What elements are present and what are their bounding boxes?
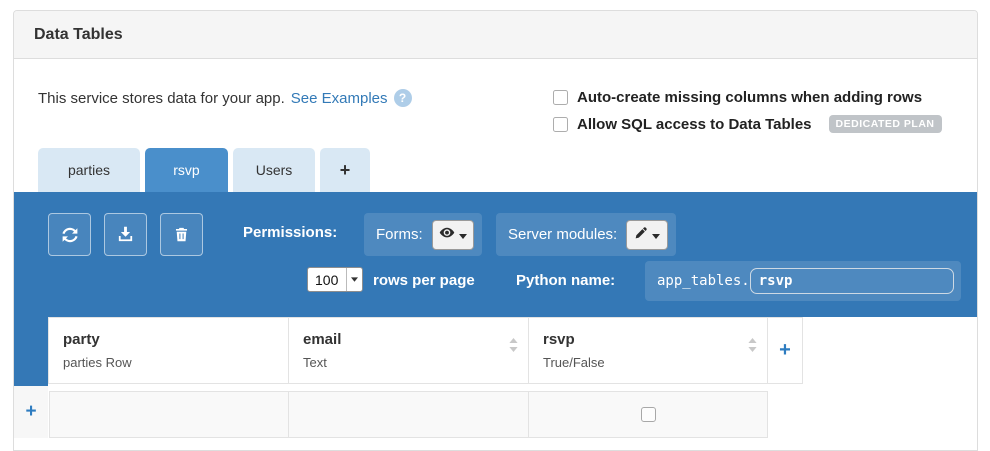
table-toolbar: Permissions: Forms: Server mod: [14, 192, 977, 317]
page-size-value: 100: [308, 272, 346, 288]
eye-icon: [439, 226, 455, 243]
python-name-group: app_tables.: [645, 261, 961, 301]
intro-row: This service stores data for your app. S…: [38, 89, 412, 107]
server-permission-dropdown[interactable]: [626, 220, 668, 250]
forms-label: Forms:: [376, 226, 423, 243]
column-name: rsvp: [543, 331, 767, 348]
caret-down-icon: [459, 226, 467, 243]
forms-permission-group: Forms:: [364, 213, 482, 256]
tab-users[interactable]: Users: [233, 148, 315, 192]
sql-access-checkbox[interactable]: [553, 117, 568, 132]
add-table-tab[interactable]: +: [320, 148, 370, 192]
rows-per-page-label: rows per page: [373, 272, 475, 289]
sql-access-label: Allow SQL access to Data Tables: [577, 116, 812, 133]
column-type: parties Row: [63, 355, 288, 370]
forms-permission-dropdown[interactable]: [432, 220, 474, 250]
sort-arrows-icon[interactable]: [748, 338, 757, 357]
column-name: party: [63, 331, 288, 348]
tab-rsvp[interactable]: rsvp: [145, 148, 228, 192]
download-icon: [116, 225, 135, 244]
intro-text: This service stores data for your app.: [38, 90, 285, 107]
server-modules-label: Server modules:: [508, 226, 617, 243]
auto-create-row: Auto-create missing columns when adding …: [553, 89, 942, 106]
python-name-input[interactable]: [750, 268, 954, 294]
column-name: email: [303, 331, 528, 348]
refresh-icon: [60, 225, 80, 245]
pencil-icon: [634, 226, 648, 244]
sort-arrows-icon[interactable]: [509, 338, 518, 357]
tab-parties[interactable]: parties: [38, 148, 140, 192]
dedicated-plan-badge: DEDICATED PLAN: [829, 115, 942, 133]
column-type: True/False: [543, 355, 767, 370]
select-caret-icon: [346, 268, 362, 291]
add-column-button[interactable]: +: [767, 317, 803, 384]
trash-icon: [173, 226, 190, 243]
python-prefix: app_tables.: [657, 273, 750, 289]
table-row: [49, 391, 767, 438]
delete-table-button[interactable]: [160, 213, 203, 256]
sql-access-row: Allow SQL access to Data Tables DEDICATE…: [553, 115, 942, 133]
caret-down-icon: [652, 226, 660, 243]
column-type: Text: [303, 355, 528, 370]
panel-heading: Data Tables: [14, 11, 977, 59]
question-circle-icon[interactable]: ?: [394, 89, 412, 107]
add-row-button[interactable]: +: [14, 386, 48, 438]
download-button[interactable]: [104, 213, 147, 256]
python-name-label: Python name:: [516, 272, 615, 289]
table-tabs: parties rsvp Users +: [38, 148, 370, 192]
column-header-email[interactable]: email Text: [288, 317, 529, 384]
page-size-select[interactable]: 100: [307, 267, 363, 292]
permissions-label: Permissions:: [243, 224, 337, 241]
table-header-row: party parties Row email Text rsvp True/F…: [48, 317, 802, 384]
data-tables-screen: Data Tables This service stores data for…: [0, 0, 990, 451]
column-header-rsvp[interactable]: rsvp True/False: [528, 317, 768, 384]
settings-checkboxes: Auto-create missing columns when adding …: [553, 89, 942, 133]
auto-create-checkbox[interactable]: [553, 90, 568, 105]
rsvp-checkbox[interactable]: [641, 407, 656, 422]
cell-rsvp: [528, 391, 768, 438]
cell-email[interactable]: [288, 391, 529, 438]
server-permission-group: Server modules:: [496, 213, 676, 256]
cell-party[interactable]: [49, 391, 289, 438]
page-title: Data Tables: [34, 11, 123, 59]
column-header-party[interactable]: party parties Row: [48, 317, 289, 384]
see-examples-link[interactable]: See Examples: [291, 90, 388, 107]
toolbar-left-strip: [14, 317, 48, 386]
auto-create-label: Auto-create missing columns when adding …: [577, 89, 922, 106]
data-tables-panel: Data Tables This service stores data for…: [13, 10, 978, 451]
refresh-button[interactable]: [48, 213, 91, 256]
